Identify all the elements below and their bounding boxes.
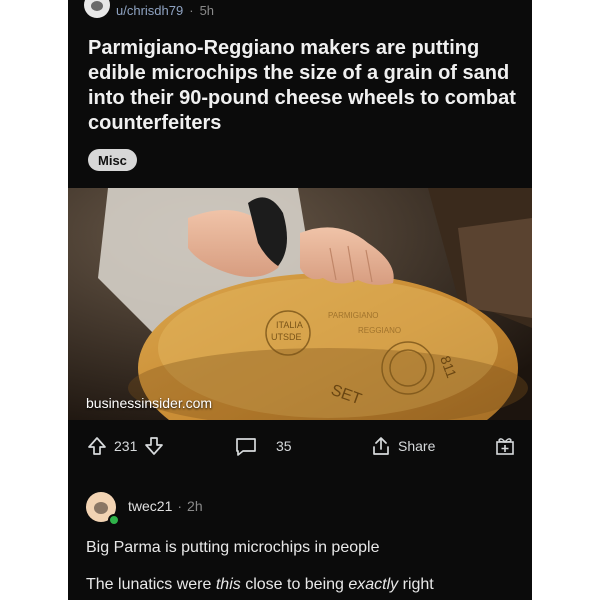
meta-separator: ·	[189, 2, 194, 18]
comment-text-part: right	[398, 576, 434, 593]
post-image[interactable]: ITALIA UTSDE PARMIGIANO REGGIANO 811 SET	[68, 188, 532, 420]
post-title[interactable]: Parmigiano-Reggiano makers are putting e…	[88, 36, 518, 136]
comment-meta: twec21 · 2h	[128, 498, 203, 514]
comment-emphasis: this	[215, 576, 241, 593]
comment-text-part: close to being	[240, 576, 349, 593]
award-button[interactable]	[494, 428, 516, 464]
downvote-icon[interactable]	[143, 435, 165, 457]
vote-group: 231	[86, 428, 165, 464]
share-label: Share	[398, 438, 436, 454]
upvote-icon[interactable]	[86, 435, 108, 457]
post-author[interactable]: u/chrisdh79	[116, 3, 183, 18]
stamp-text: REGGIANO	[358, 326, 401, 335]
comments-button[interactable]: 35	[234, 428, 292, 464]
comment-text: Big Parma is putting microchips in peopl…	[86, 539, 380, 556]
stamp-text: ITALIA	[276, 320, 303, 330]
comment-emphasis: exactly	[348, 576, 399, 593]
comment: twec21 · 2h Big Parma is putting microch…	[68, 478, 532, 600]
share-icon	[370, 435, 392, 457]
comment-text-part: The lunatics were	[86, 576, 216, 593]
action-bar: 231 35 Share	[68, 428, 532, 464]
comment-author[interactable]: twec21	[128, 498, 172, 514]
link-domain[interactable]: businessinsider.com	[86, 395, 212, 411]
post-flair[interactable]: Misc	[88, 149, 137, 171]
meta-separator: ·	[177, 498, 183, 514]
comment-text: The lunatics were this close to being ex…	[86, 576, 434, 594]
vote-count: 231	[114, 438, 138, 454]
post-age: 5h	[199, 2, 215, 18]
cheese-photo: ITALIA UTSDE PARMIGIANO REGGIANO 811 SET	[68, 188, 532, 420]
stamp-text: PARMIGIANO	[328, 311, 379, 320]
stamp-text: UTSDE	[271, 332, 302, 342]
reddit-screen: u/chrisdh79 · 5h Parmigiano-Reggiano mak…	[68, 0, 532, 600]
comment-count: 35	[276, 438, 292, 454]
award-icon	[494, 435, 516, 457]
subreddit-avatar[interactable]	[84, 0, 110, 18]
comment-icon	[234, 435, 258, 457]
comment-age: 2h	[187, 498, 203, 514]
online-status-icon	[108, 514, 120, 526]
share-button[interactable]: Share	[370, 428, 435, 464]
post-header: u/chrisdh79 · 5h	[84, 0, 214, 20]
